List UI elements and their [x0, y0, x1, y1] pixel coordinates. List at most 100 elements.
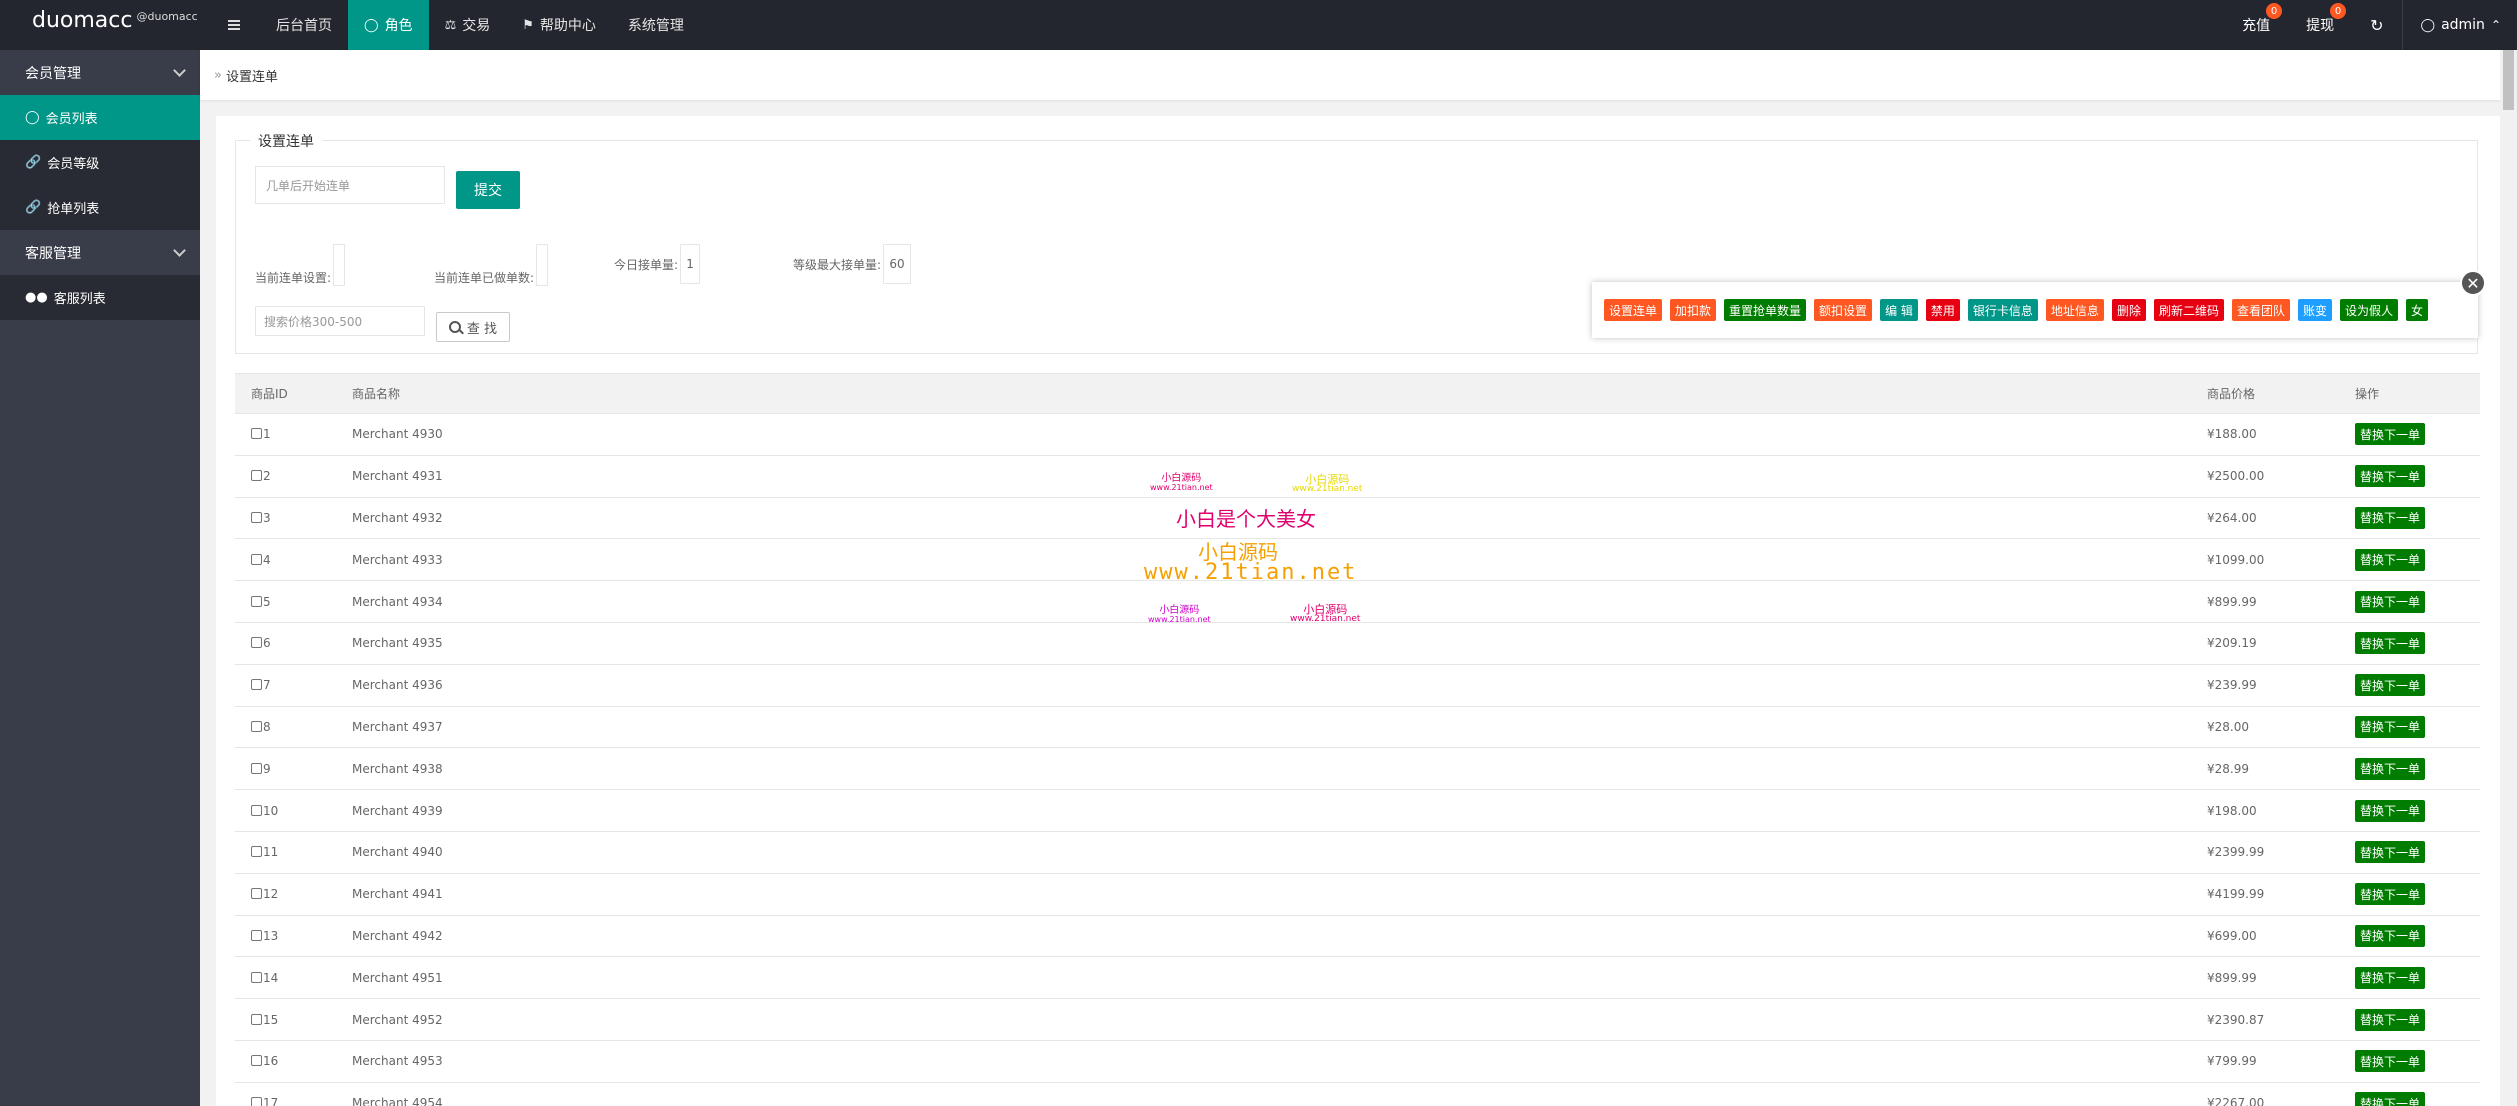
row-checkbox[interactable] [251, 888, 262, 900]
nav-role[interactable]: ◯ 角色 [348, 0, 429, 50]
max-orders-label: 等级最大接单量: [793, 257, 882, 272]
submit-button[interactable]: 提交 [456, 171, 520, 209]
action-button-8[interactable]: 删除 [2111, 299, 2146, 321]
replace-next-order-button[interactable]: 替换下一单 [2355, 1050, 2426, 1073]
main-card: 设置连单 几单后开始连单 提交 当前连单设置: 当前连单已做单数: 今日接单量:… [216, 116, 2500, 1106]
action-button-11[interactable]: 账变 [2297, 299, 2332, 321]
table-row: 14 Merchant 4951 ¥899.99 替换下一单 [235, 956, 2480, 1000]
replace-next-order-button[interactable]: 替换下一单 [2355, 674, 2426, 697]
refresh-button[interactable]: ↻ [2352, 0, 2401, 50]
row-checkbox[interactable] [251, 929, 262, 941]
replace-next-order-button[interactable]: 替换下一单 [2355, 423, 2426, 446]
sidebar-item-member-level[interactable]: 🔗 会员等级 [0, 140, 200, 185]
nav-trade[interactable]: ⚖ 交易 [429, 0, 507, 50]
column-header-name: 商品名称 [336, 373, 2191, 414]
nav-system[interactable]: 系统管理 [612, 0, 700, 50]
action-button-7[interactable]: 地址信息 [2045, 299, 2104, 321]
action-button-5[interactable]: 禁用 [1925, 299, 1960, 321]
row-checkbox[interactable] [251, 1097, 262, 1106]
sidebar-group-service[interactable]: 客服管理 [0, 230, 200, 275]
replace-next-order-button[interactable]: 替换下一单 [2355, 632, 2426, 655]
row-checkbox[interactable] [251, 1013, 262, 1025]
row-checkbox[interactable] [251, 720, 262, 732]
admin-menu[interactable]: ◯ admin ⌃ [2401, 0, 2517, 50]
replace-next-order-button[interactable]: 替换下一单 [2355, 1092, 2426, 1106]
nav-home-label: 后台首页 [276, 18, 332, 34]
product-price: ¥198.00 [2191, 789, 2339, 832]
breadcrumb-current[interactable]: 设置连单 [226, 66, 278, 85]
done-count-value [536, 244, 549, 286]
table-row: 4 Merchant 4933 ¥1099.00 替换下一单 [235, 538, 2480, 582]
replace-next-order-button[interactable]: 替换下一单 [2355, 590, 2426, 613]
replace-next-order-button[interactable]: 替换下一单 [2355, 506, 2426, 529]
withdraw-badge: 0 [2330, 3, 2347, 19]
row-checkbox[interactable] [251, 762, 262, 774]
sidebar-item-member-list[interactable]: ◯ 会员列表 [0, 95, 200, 140]
vertical-scrollbar[interactable] [2500, 50, 2517, 1106]
cell-action: 替换下一单 [2339, 1040, 2480, 1083]
replace-next-order-button[interactable]: 替换下一单 [2355, 465, 2426, 488]
row-checkbox[interactable] [251, 804, 262, 816]
action-button-0[interactable]: 设置连单 [1604, 299, 1663, 321]
action-button-4[interactable]: 编 辑 [1880, 299, 1918, 321]
row-checkbox[interactable] [251, 679, 262, 691]
replace-next-order-button[interactable]: 替换下一单 [2355, 799, 2426, 822]
withdraw-button[interactable]: 提现 0 [2288, 0, 2352, 50]
table-row: 15 Merchant 4952 ¥2390.87 替换下一单 [235, 998, 2480, 1041]
product-id: 17 [263, 1096, 279, 1106]
cell-id: 12 [235, 873, 336, 916]
action-button-9[interactable]: 刷新二维码 [2153, 299, 2224, 321]
recharge-button[interactable]: 充值 0 [2224, 0, 2288, 50]
replace-next-order-button[interactable]: 替换下一单 [2355, 966, 2426, 989]
row-checkbox[interactable] [251, 470, 262, 482]
sidebar-item-order-list[interactable]: 🔗 抢单列表 [0, 185, 200, 230]
sidebar-group-members[interactable]: 会员管理 [0, 50, 200, 95]
product-name: Merchant 4935 [336, 622, 2191, 665]
action-button-6[interactable]: 银行卡信息 [1967, 299, 2038, 321]
action-button-1[interactable]: 加扣款 [1670, 299, 1717, 321]
cell-action: 替换下一单 [2339, 1082, 2480, 1106]
row-checkbox[interactable] [251, 1055, 262, 1067]
scrollbar-thumb[interactable] [2503, 50, 2514, 110]
row-checkbox[interactable] [251, 846, 262, 858]
product-price: ¥264.00 [2191, 497, 2339, 540]
nav-home[interactable]: 后台首页 [260, 0, 348, 50]
replace-next-order-button[interactable]: 替换下一单 [2355, 924, 2426, 947]
cell-id: 10 [235, 789, 336, 832]
nav-help[interactable]: ⚑ 帮助中心 [506, 0, 612, 50]
chain-count-input[interactable]: 几单后开始连单 [255, 166, 445, 204]
product-id: 2 [263, 469, 271, 484]
product-price: ¥239.99 [2191, 664, 2339, 707]
current-setting-stat: 当前连单设置: [255, 244, 346, 286]
row-checkbox[interactable] [251, 637, 262, 649]
menu-toggle-button[interactable] [216, 0, 252, 50]
action-button-13[interactable]: 女 [2406, 299, 2429, 321]
replace-next-order-button[interactable]: 替换下一单 [2355, 548, 2426, 571]
row-checkbox[interactable] [251, 971, 262, 983]
sidebar-item-service-list[interactable]: ●● 客服列表 [0, 275, 200, 320]
action-button-3[interactable]: 额扣设置 [1814, 299, 1873, 321]
search-button[interactable]: 查 找 [436, 312, 510, 342]
nav-trade-label: 交易 [462, 18, 491, 34]
replace-next-order-button[interactable]: 替换下一单 [2355, 841, 2426, 864]
product-price: ¥1099.00 [2191, 538, 2339, 582]
row-checkbox[interactable] [251, 511, 262, 523]
replace-next-order-button[interactable]: 替换下一单 [2355, 715, 2426, 738]
replace-next-order-button[interactable]: 替换下一单 [2355, 883, 2426, 906]
replace-next-order-button[interactable]: 替换下一单 [2355, 757, 2426, 780]
action-button-2[interactable]: 重置抢单数量 [1724, 299, 1807, 321]
flag-icon: ⚑ [522, 17, 534, 33]
action-button-12[interactable]: 设为假人 [2340, 299, 2399, 321]
close-icon[interactable]: ✕ [2460, 270, 2486, 296]
product-name: Merchant 4934 [336, 580, 2191, 623]
product-name: Merchant 4954 [336, 1082, 2191, 1106]
row-checkbox[interactable] [251, 428, 262, 440]
cell-action: 替换下一单 [2339, 497, 2480, 540]
row-checkbox[interactable] [251, 595, 262, 607]
replace-next-order-button[interactable]: 替换下一单 [2355, 1008, 2426, 1031]
row-checkbox[interactable] [251, 553, 262, 565]
price-search-input[interactable]: 搜索价格300-500 [255, 306, 425, 336]
product-name: Merchant 4937 [336, 706, 2191, 749]
action-button-10[interactable]: 查看团队 [2231, 299, 2290, 321]
cell-id: 17 [235, 1082, 336, 1106]
